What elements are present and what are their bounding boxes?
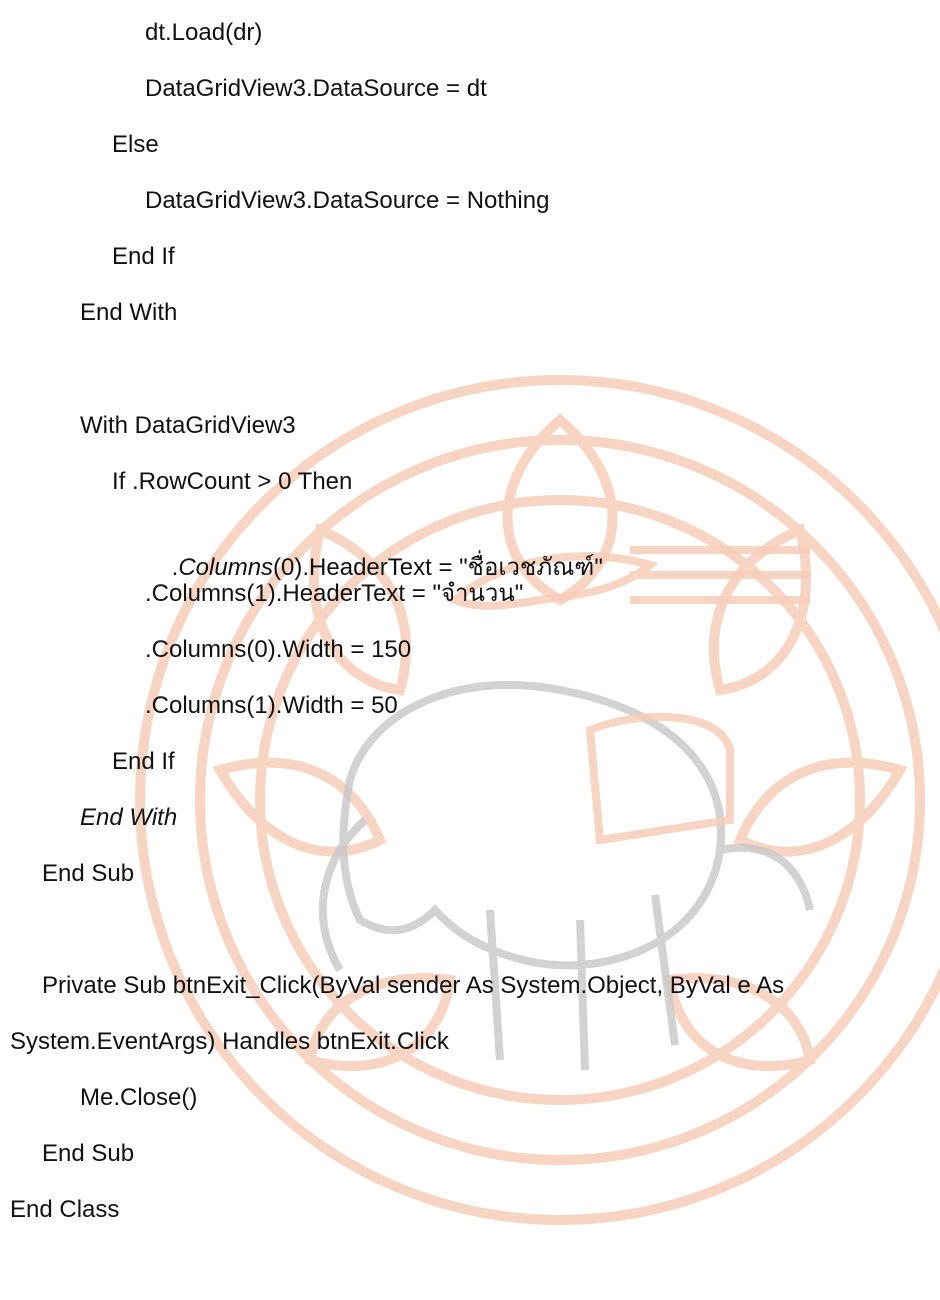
code-line: End Sub <box>42 1140 135 1167</box>
code-line: With DataGridView3 <box>80 412 296 439</box>
code-line: .Columns(1).HeaderText = "จำนวน" <box>145 580 524 607</box>
code-line: End If <box>112 243 175 270</box>
code-line: Else <box>112 131 159 158</box>
code-line: .Columns(0).Width = 150 <box>145 636 412 663</box>
code-line: End Class <box>10 1196 120 1223</box>
code-line: .Columns(1).Width = 50 <box>145 692 398 719</box>
code-line-rest: (0).HeaderText = "ชื่อเวชภัณฑ์" <box>273 554 603 581</box>
code-line: If .RowCount > 0 Then <box>112 468 353 495</box>
code-line: End With <box>80 299 178 326</box>
code-line: DataGridView3.DataSource = Nothing <box>145 187 550 214</box>
code-line: End Sub <box>42 860 135 887</box>
code-line: Private Sub btnExit_Click(ByVal sender A… <box>42 972 785 999</box>
code-line: DataGridView3.DataSource = dt <box>145 75 487 102</box>
code-line: End If <box>112 748 175 775</box>
code-line-italic: Columns <box>178 554 274 581</box>
code-line: End With <box>80 804 178 831</box>
code-line: System.EventArgs) Handles btnExit.Click <box>10 1028 449 1055</box>
code-line: dt.Load(dr) <box>145 19 263 46</box>
code-listing: dt.Load(dr) DataGridView3.DataSource = d… <box>0 0 940 1277</box>
code-line: Me.Close() <box>80 1084 198 1111</box>
